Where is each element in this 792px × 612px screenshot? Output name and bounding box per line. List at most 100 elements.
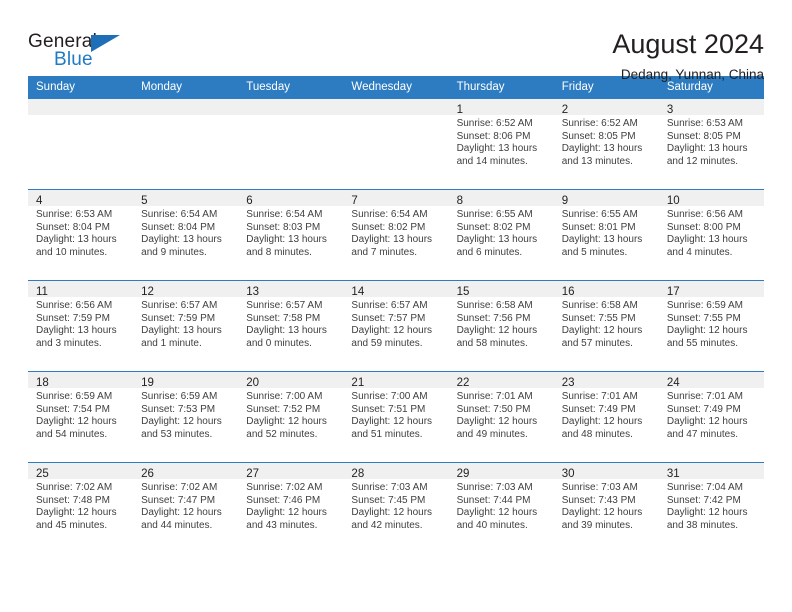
sun-info: Sunrise: 7:03 AM Sunset: 7:43 PM Daylight:… bbox=[554, 479, 659, 532]
daylight-duration-line2: and 48 minutes. bbox=[561, 428, 633, 440]
calendar-day-cell[interactable]: 15 Sunrise: 6:58 AM Sunset: 7:56 PM Dayligh… bbox=[448, 280, 554, 372]
daylight-duration-line2: and 51 minutes. bbox=[351, 428, 423, 440]
sunset-time: Sunset: 7:55 PM bbox=[561, 312, 636, 324]
calendar-day-cell[interactable]: 12 Sunrise: 6:57 AM Sunset: 7:59 PM Dayligh… bbox=[133, 280, 239, 372]
calendar-day-cell[interactable]: 23 Sunrise: 7:01 AM Sunset: 7:49 PM Dayligh… bbox=[553, 371, 659, 463]
daylight-duration-line2: and 40 minutes. bbox=[456, 519, 528, 531]
sunset-time: Sunset: 7:56 PM bbox=[456, 312, 531, 324]
day-number-band: 15 bbox=[448, 281, 554, 298]
sunset-time: Sunset: 8:04 PM bbox=[36, 221, 110, 233]
calendar-day-cell[interactable]: 27 Sunrise: 7:02 AM Sunset: 7:46 PM Dayligh… bbox=[238, 462, 344, 553]
daylight-duration-line2: and 43 minutes. bbox=[246, 519, 318, 531]
calendar-day-cell[interactable]: 22 Sunrise: 7:01 AM Sunset: 7:50 PM Dayligh… bbox=[448, 371, 554, 463]
day-number: 29 bbox=[456, 468, 470, 480]
calendar-day-cell[interactable]: 25 Sunrise: 7:02 AM Sunset: 7:48 PM Dayligh… bbox=[28, 462, 134, 553]
calendar-day-cell[interactable]: 4 Sunrise: 6:53 AM Sunset: 8:04 PM Daylight… bbox=[28, 189, 134, 281]
day-number-band: 26 bbox=[133, 463, 239, 480]
daylight-duration-line1: Daylight: 12 hours bbox=[351, 416, 433, 428]
day-number-band: 20 bbox=[238, 372, 344, 389]
calendar-day-cell[interactable]: 31 Sunrise: 7:04 AM Sunset: 7:42 PM Dayligh… bbox=[658, 462, 764, 553]
sunrise-time: Sunrise: 6:55 AM bbox=[456, 209, 533, 220]
daylight-duration-line2: and 55 minutes. bbox=[666, 337, 739, 349]
day-cell-content: 19 Sunrise: 6:59 AM Sunset: 7:53 PM Dayligh… bbox=[133, 372, 239, 462]
calendar-day-cell[interactable]: 3 Sunrise: 6:53 AM Sunset: 8:05 PM Daylight… bbox=[658, 99, 764, 190]
day-number: 2 bbox=[561, 104, 569, 116]
day-number-band: 17 bbox=[658, 281, 764, 298]
calendar-day-cell[interactable]: 19 Sunrise: 6:59 AM Sunset: 7:53 PM Dayligh… bbox=[133, 371, 239, 463]
calendar-day-cell[interactable]: 26 Sunrise: 7:02 AM Sunset: 7:47 PM Dayligh… bbox=[133, 462, 239, 553]
calendar-day-cell[interactable]: 6 Sunrise: 6:54 AM Sunset: 8:03 PM Daylight… bbox=[238, 189, 344, 281]
sun-info: Sunrise: 7:01 AM Sunset: 7:49 PM Daylight:… bbox=[554, 388, 659, 441]
day-number-band: 3 bbox=[658, 99, 764, 116]
calendar-day-cell[interactable]: 1 Sunrise: 6:52 AM Sunset: 8:06 PM Daylight… bbox=[448, 99, 554, 190]
day-number-band: 1 bbox=[448, 99, 554, 116]
calendar-day-cell[interactable]: 14 Sunrise: 6:57 AM Sunset: 7:57 PM Dayligh… bbox=[343, 280, 449, 372]
day-number: 18 bbox=[36, 377, 49, 389]
day-number: 14 bbox=[351, 286, 365, 298]
sun-info: Sunrise: 6:54 AM Sunset: 8:04 PM Daylight:… bbox=[133, 206, 238, 259]
daylight-duration-line1: Daylight: 12 hours bbox=[666, 507, 748, 519]
calendar-day-cell[interactable]: 13 Sunrise: 6:57 AM Sunset: 7:58 PM Dayligh… bbox=[238, 280, 344, 372]
daylight-duration-line2: and 52 minutes. bbox=[246, 428, 318, 440]
calendar-day-cell-empty bbox=[28, 99, 134, 190]
sunset-time: Sunset: 7:54 PM bbox=[36, 403, 110, 415]
calendar-day-cell[interactable]: 21 Sunrise: 7:00 AM Sunset: 7:51 PM Dayligh… bbox=[343, 371, 449, 463]
day-cell-content: 4 Sunrise: 6:53 AM Sunset: 8:04 PM Daylight… bbox=[28, 190, 134, 280]
daylight-duration-line1: Daylight: 12 hours bbox=[456, 416, 538, 428]
sunset-time: Sunset: 7:49 PM bbox=[561, 403, 636, 415]
calendar-day-cell[interactable]: 10 Sunrise: 6:56 AM Sunset: 8:00 PM Dayligh… bbox=[658, 189, 764, 281]
calendar-day-cell[interactable]: 17 Sunrise: 6:59 AM Sunset: 7:55 PM Dayligh… bbox=[658, 280, 764, 372]
sunset-time: Sunset: 7:45 PM bbox=[351, 494, 426, 506]
calendar-week-row: 1 Sunrise: 6:52 AM Sunset: 8:06 PM Daylight… bbox=[28, 99, 764, 190]
day-cell-content: 15 Sunrise: 6:58 AM Sunset: 7:56 PM Dayligh… bbox=[448, 281, 554, 371]
sun-info: Sunrise: 6:59 AM Sunset: 7:54 PM Daylight:… bbox=[28, 388, 133, 441]
calendar-day-cell[interactable]: 29 Sunrise: 7:03 AM Sunset: 7:44 PM Dayligh… bbox=[448, 462, 554, 553]
calendar-day-cell[interactable]: 20 Sunrise: 7:00 AM Sunset: 7:52 PM Dayligh… bbox=[238, 371, 344, 463]
daylight-duration-line2: and 4 minutes. bbox=[666, 246, 733, 258]
sunrise-time: Sunrise: 6:57 AM bbox=[246, 300, 323, 311]
calendar-day-cell[interactable]: 16 Sunrise: 6:58 AM Sunset: 7:55 PM Dayligh… bbox=[553, 280, 659, 372]
weekday-header-sunday: Sunday bbox=[28, 76, 134, 99]
sunrise-time: Sunrise: 6:58 AM bbox=[561, 300, 638, 311]
sun-info: Sunrise: 6:57 AM Sunset: 7:57 PM Daylight:… bbox=[343, 297, 448, 350]
daylight-duration-line2: and 42 minutes. bbox=[351, 519, 423, 531]
calendar-day-cell[interactable]: 24 Sunrise: 7:01 AM Sunset: 7:49 PM Dayligh… bbox=[658, 371, 764, 463]
calendar-day-cell[interactable]: 28 Sunrise: 7:03 AM Sunset: 7:45 PM Dayligh… bbox=[343, 462, 449, 553]
sun-info: Sunrise: 6:56 AM Sunset: 8:00 PM Daylight:… bbox=[659, 206, 764, 259]
day-number: 28 bbox=[351, 468, 365, 480]
sunset-time: Sunset: 8:02 PM bbox=[456, 221, 531, 233]
daylight-duration-line2: and 9 minutes. bbox=[141, 246, 207, 258]
calendar-day-cell[interactable]: 9 Sunrise: 6:55 AM Sunset: 8:01 PM Daylight… bbox=[553, 189, 659, 281]
daylight-duration-line2: and 10 minutes. bbox=[36, 246, 108, 258]
calendar-day-cell[interactable]: 18 Sunrise: 6:59 AM Sunset: 7:54 PM Dayligh… bbox=[28, 371, 134, 463]
day-cell-content: 18 Sunrise: 6:59 AM Sunset: 7:54 PM Dayligh… bbox=[28, 372, 134, 462]
calendar-day-cell[interactable]: 11 Sunrise: 6:56 AM Sunset: 7:59 PM Dayligh… bbox=[28, 280, 134, 372]
calendar-day-cell[interactable]: 2 Sunrise: 6:52 AM Sunset: 8:05 PM Daylight… bbox=[553, 99, 659, 190]
calendar-day-cell-empty bbox=[133, 99, 239, 190]
daylight-duration-line1: Daylight: 13 hours bbox=[141, 234, 222, 246]
day-number: 4 bbox=[36, 195, 43, 207]
calendar-week-row: 11 Sunrise: 6:56 AM Sunset: 7:59 PM Dayligh… bbox=[28, 280, 764, 372]
daylight-duration-line1: Daylight: 12 hours bbox=[561, 325, 643, 337]
sunset-time: Sunset: 7:43 PM bbox=[561, 494, 636, 506]
day-cell-content: 17 Sunrise: 6:59 AM Sunset: 7:55 PM Dayligh… bbox=[658, 281, 764, 371]
calendar-day-cell[interactable]: 5 Sunrise: 6:54 AM Sunset: 8:04 PM Daylight… bbox=[133, 189, 239, 281]
sun-info: Sunrise: 7:03 AM Sunset: 7:45 PM Daylight:… bbox=[343, 479, 448, 532]
sun-info: Sunrise: 7:00 AM Sunset: 7:52 PM Daylight:… bbox=[238, 388, 343, 441]
calendar-day-cell[interactable]: 7 Sunrise: 6:54 AM Sunset: 8:02 PM Daylight… bbox=[343, 189, 449, 281]
sunrise-time: Sunrise: 6:59 AM bbox=[666, 300, 743, 311]
sunset-time: Sunset: 7:44 PM bbox=[456, 494, 531, 506]
daylight-duration-line1: Daylight: 12 hours bbox=[36, 416, 117, 428]
day-number: 7 bbox=[351, 195, 358, 207]
daylight-duration-line1: Daylight: 12 hours bbox=[456, 325, 538, 337]
calendar-day-cell-empty bbox=[238, 99, 344, 190]
calendar-day-cell[interactable]: 30 Sunrise: 7:03 AM Sunset: 7:43 PM Dayligh… bbox=[553, 462, 659, 553]
daylight-duration-line2: and 53 minutes. bbox=[141, 428, 213, 440]
daylight-duration-line2: and 39 minutes. bbox=[561, 519, 633, 531]
sunrise-time: Sunrise: 7:03 AM bbox=[351, 482, 428, 493]
brand-logo[interactable]: General Blue bbox=[28, 30, 138, 78]
sunset-time: Sunset: 7:57 PM bbox=[351, 312, 426, 324]
sunset-time: Sunset: 8:05 PM bbox=[666, 130, 741, 142]
day-number-band: 22 bbox=[448, 372, 554, 389]
calendar-day-cell[interactable]: 8 Sunrise: 6:55 AM Sunset: 8:02 PM Daylight… bbox=[448, 189, 554, 281]
